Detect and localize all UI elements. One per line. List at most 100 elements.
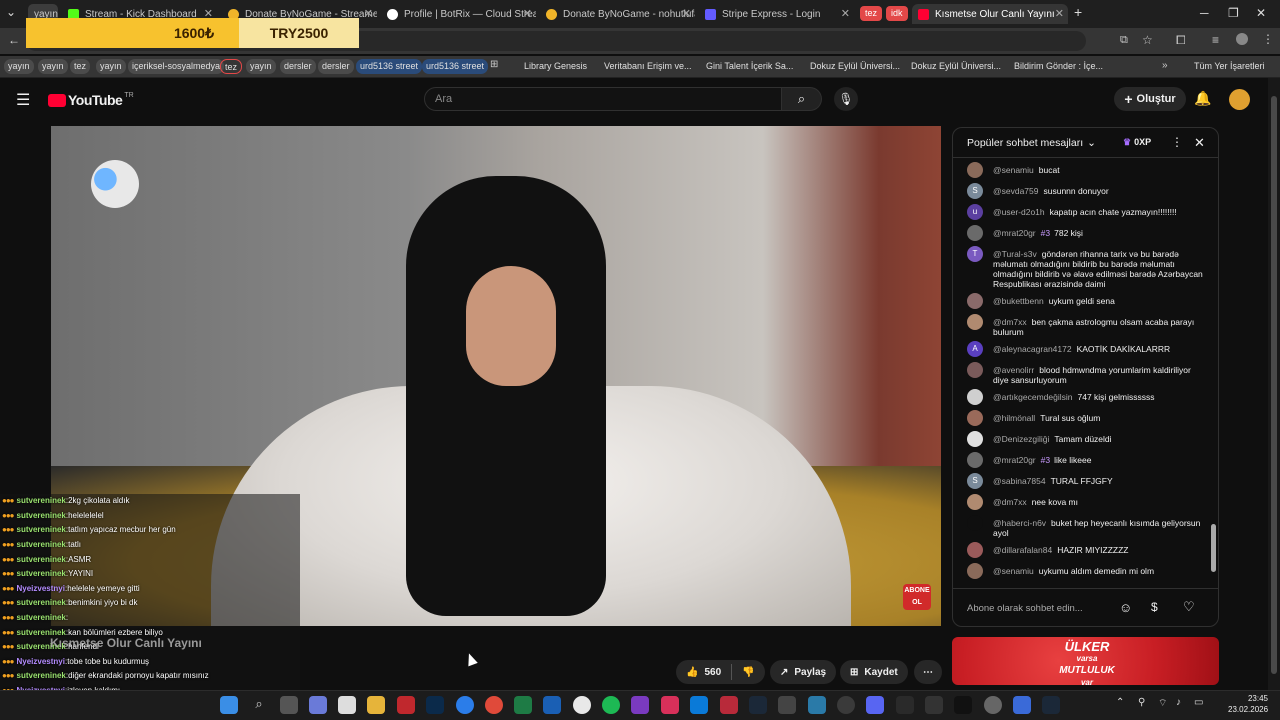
copilot-icon[interactable] xyxy=(309,696,327,714)
close-icon[interactable]: ✕ xyxy=(364,7,373,20)
super-chat-icon[interactable]: $ xyxy=(1151,600,1158,614)
bookmark-folder[interactable]: dersler xyxy=(318,59,354,74)
close-icon[interactable]: ✕ xyxy=(682,7,691,20)
chat-avatar[interactable] xyxy=(967,362,983,378)
photoshop-icon[interactable] xyxy=(426,696,444,714)
chat-input[interactable]: Abone olarak sohbet edin... xyxy=(967,598,1117,620)
close-icon[interactable]: ✕ xyxy=(841,7,850,20)
page-scroll-thumb[interactable] xyxy=(1271,96,1277,674)
app-pink-icon[interactable] xyxy=(661,696,679,714)
outlook-icon[interactable] xyxy=(690,696,708,714)
tab-botrix-profile[interactable]: Profile | BotRix — Cloud Stream ✕ xyxy=(381,4,536,24)
bookmark-folder[interactable]: dersler xyxy=(280,59,316,74)
channel-points[interactable]: ♛ 0XP xyxy=(1123,137,1151,148)
bookmark-folder[interactable]: yayın xyxy=(38,59,68,74)
app-blue-icon[interactable] xyxy=(808,696,826,714)
chat-author[interactable]: @dillarafalan84 xyxy=(993,545,1052,555)
emoji-icon[interactable]: ☺ xyxy=(1119,600,1132,615)
chat-message[interactable]: @dm7xx ben çakma astrologmu olsam acaba p… xyxy=(953,312,1211,339)
tray-battery-icon[interactable]: ▭ xyxy=(1194,697,1203,708)
chat-avatar[interactable] xyxy=(967,389,983,405)
spotify-icon[interactable] xyxy=(602,696,620,714)
bookmark-folder[interactable]: tez xyxy=(70,59,91,74)
store-icon[interactable] xyxy=(338,696,356,714)
bookmark-link[interactable]: Dokuz Eylül Üniversi... xyxy=(806,59,904,74)
chat-message[interactable]: S @sabina7854 TURAL FFJGFY xyxy=(953,471,1211,492)
chat-message[interactable]: @mrat20gr #3 782 kişi xyxy=(953,223,1211,244)
chat-author[interactable]: @aleynacagran4172 xyxy=(993,344,1072,354)
minimize-icon[interactable]: ─ xyxy=(1200,6,1209,20)
file-explorer-icon[interactable] xyxy=(367,696,385,714)
chat-message[interactable]: @dillarafalan84 HAZIR MIYIZZZZZ xyxy=(953,540,1211,561)
account-avatar[interactable] xyxy=(1229,89,1250,110)
bookmark-star-icon[interactable]: ☆ xyxy=(1142,33,1153,47)
steam-alt-icon[interactable] xyxy=(1042,696,1060,714)
chat-author[interactable]: @artıkgecemdeğilsin xyxy=(993,392,1073,402)
chat-message[interactable]: @haberci-n6v buket hep heyecanlı kısımda … xyxy=(953,513,1211,540)
tab-kismetse-olur[interactable]: Kısmetse Olur Canlı Yayını ✕ xyxy=(912,4,1068,24)
chat-avatar[interactable] xyxy=(967,162,983,178)
chat-author[interactable]: @mrat20gr xyxy=(993,228,1036,238)
like-button[interactable]: 👍 560 👎 xyxy=(676,660,765,684)
app-orange-icon[interactable] xyxy=(485,696,503,714)
chat-message[interactable]: @dm7xx nee kova mı xyxy=(953,492,1211,513)
chat-mode-dropdown[interactable]: Popüler sohbet mesajları ⌄ xyxy=(967,137,1096,149)
bookmark-folder[interactable]: tez xyxy=(220,59,243,74)
chat-scrollbar[interactable] xyxy=(1211,164,1217,584)
chat-avatar[interactable] xyxy=(967,410,983,426)
chat-avatar[interactable] xyxy=(967,542,983,558)
bookmark-link[interactable]: Bildirim Gönder : İçe... xyxy=(1010,59,1107,74)
chat-author[interactable]: @dm7xx xyxy=(993,497,1027,507)
bookmark-link[interactable]: Veritabanı Erişim ve... xyxy=(600,59,696,74)
cast-icon[interactable]: ⧉ xyxy=(1120,34,1128,47)
windows-start-icon[interactable] xyxy=(220,696,238,714)
back-arrow-icon[interactable]: ← xyxy=(8,33,20,47)
chat-avatar[interactable] xyxy=(967,225,983,241)
tiktok-icon[interactable] xyxy=(954,696,972,714)
search-input[interactable]: Ara xyxy=(424,87,782,111)
chat-avatar[interactable] xyxy=(967,431,983,447)
more-actions-button[interactable]: ⋯ xyxy=(914,660,942,684)
chat-message[interactable]: A @aleynacagran4172 KAOTİK DAKİKALARRR xyxy=(953,339,1211,360)
chat-author[interactable]: @haberci-n6v xyxy=(993,518,1046,528)
tab-list-icon[interactable]: ≡ xyxy=(1212,33,1219,47)
chevron-right-icon[interactable]: » xyxy=(1162,60,1168,71)
bookmark-folder[interactable]: urd5136 street xyxy=(356,59,423,74)
excel-icon[interactable] xyxy=(514,696,532,714)
app-circle-icon[interactable] xyxy=(984,696,1002,714)
chat-message[interactable]: @hilmönall Tural sus oğlum xyxy=(953,408,1211,429)
heart-icon[interactable]: ♡ xyxy=(1183,599,1195,615)
chat-author[interactable]: @senamiu xyxy=(993,566,1034,576)
chat-author[interactable]: @sevda759 xyxy=(993,186,1039,196)
chat-author[interactable]: @Denizezgiliği xyxy=(993,434,1049,444)
app-dark-icon[interactable] xyxy=(837,696,855,714)
app-terminal-icon[interactable] xyxy=(925,696,943,714)
youtube-logo[interactable]: YouTube TR xyxy=(48,92,134,108)
chat-scroll-thumb[interactable] xyxy=(1211,524,1216,572)
all-bookmarks[interactable]: Tüm Yer İşaretleri xyxy=(1190,59,1269,74)
app-gray-icon[interactable] xyxy=(778,696,796,714)
chat-message[interactable]: @mrat20gr #3 like likeee xyxy=(953,450,1211,471)
chat-author[interactable]: @hilmönall xyxy=(993,413,1035,423)
tray-location-icon[interactable]: ⚲ xyxy=(1138,697,1145,708)
chat-avatar[interactable]: u xyxy=(967,204,983,220)
ad-banner[interactable]: ÜLKER varsa MUTLULUK var xyxy=(952,637,1219,685)
tray-chevron-icon[interactable]: ⌃ xyxy=(1116,697,1124,708)
tab-donate-nohutlufa[interactable]: Donate ByNoGame - nohutlufa ✕ xyxy=(540,4,695,24)
chat-message[interactable]: @avenolirr blood hdmwndma yorumlarim kald… xyxy=(953,360,1211,387)
chat-author[interactable]: @avenolirr xyxy=(993,365,1034,375)
chat-avatar[interactable] xyxy=(967,293,983,309)
chat-avatar[interactable] xyxy=(967,494,983,510)
close-icon[interactable]: ✕ xyxy=(523,7,532,20)
chat-message[interactable]: S @sevda759 susunnn donuyor xyxy=(953,181,1211,202)
chrome-icon[interactable] xyxy=(456,696,474,714)
bookmark-folder[interactable]: urd5136 street xyxy=(422,59,489,74)
chat-avatar[interactable] xyxy=(967,314,983,330)
chat-avatar[interactable] xyxy=(967,515,983,531)
tab-stripe-express[interactable]: Stripe Express - Login ✕ xyxy=(699,4,854,24)
app-bluebox-icon[interactable] xyxy=(1013,696,1031,714)
chat-avatar[interactable]: S xyxy=(967,473,983,489)
task-view-icon[interactable] xyxy=(280,696,298,714)
notifications-bell-icon[interactable]: 🔔 xyxy=(1194,90,1211,107)
tray-volume-icon[interactable]: ♪ xyxy=(1176,697,1181,708)
